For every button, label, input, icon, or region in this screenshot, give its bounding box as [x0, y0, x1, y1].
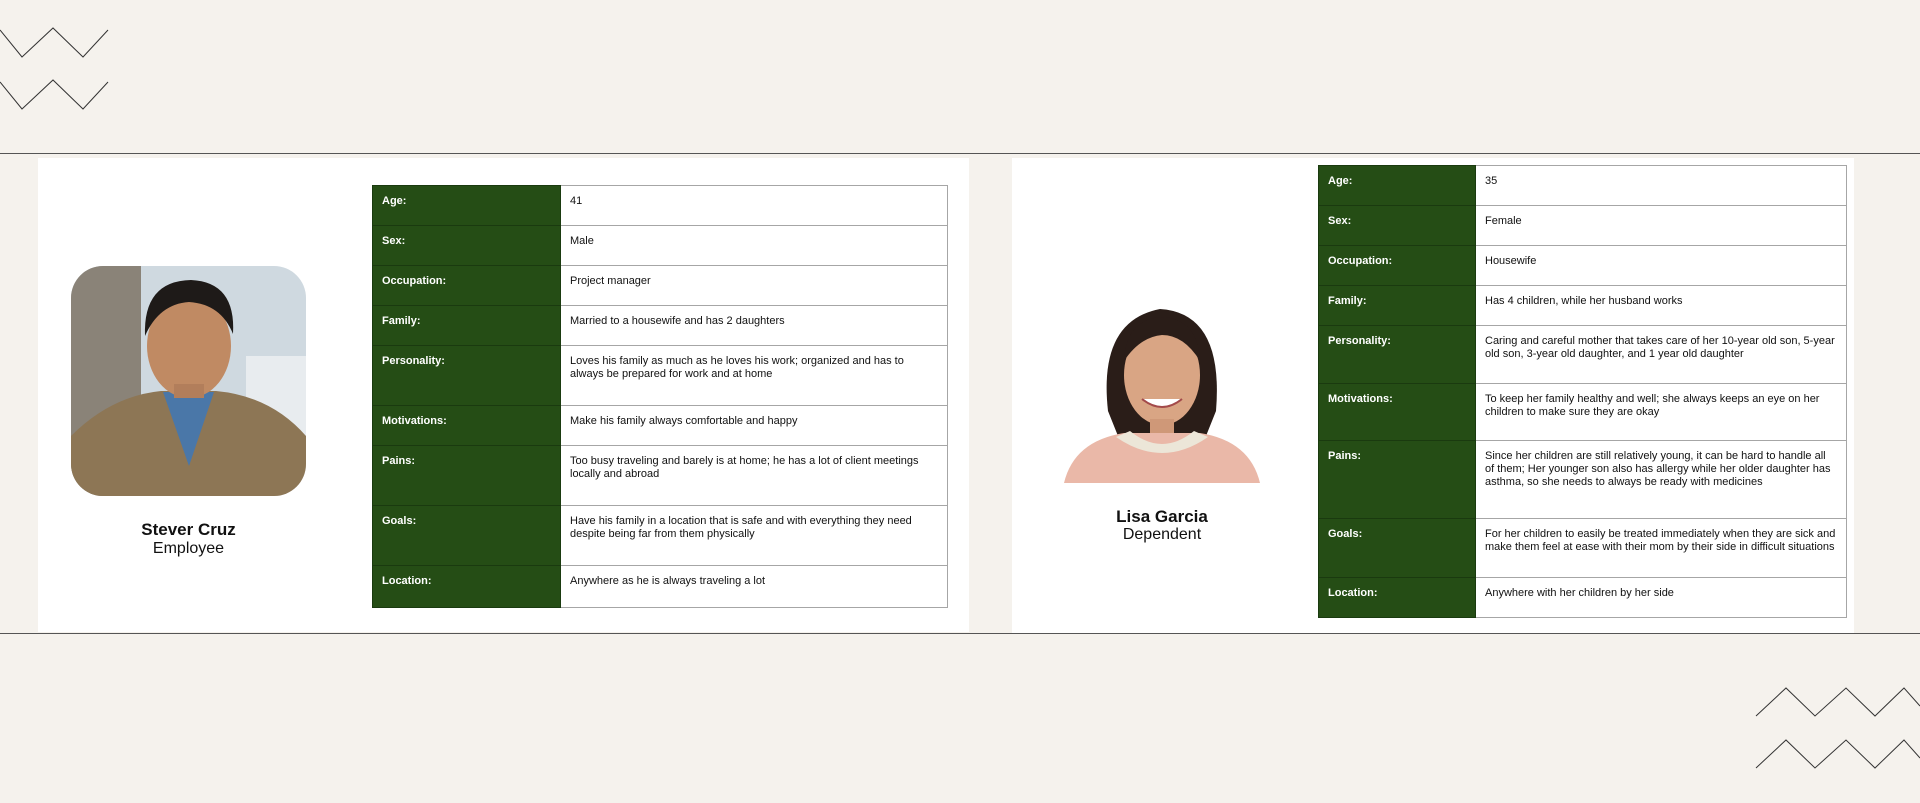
row-value: 35 [1475, 165, 1847, 206]
persona-card-2: Lisa Garcia Dependent Age: 35 Sex: Femal… [1012, 158, 1854, 633]
row-value: Project manager [560, 265, 948, 306]
table-row: Goals: For her children to easily be tre… [1318, 518, 1847, 578]
row-value: Housewife [1475, 245, 1847, 286]
table-row: Sex: Male [372, 225, 948, 266]
row-value: To keep her family healthy and well; she… [1475, 383, 1847, 441]
row-value: For her children to easily be treated im… [1475, 518, 1847, 578]
man-in-brown-blazer-photo [71, 266, 306, 496]
row-label: Age: [1318, 165, 1476, 206]
row-value: 41 [560, 185, 948, 226]
persona-details-table: Age: 41 Sex: Male Occupation: Project ma… [372, 185, 948, 608]
persona-role: Dependent [1122, 526, 1202, 543]
row-label: Occupation: [372, 265, 561, 306]
row-value: Male [560, 225, 948, 266]
row-value: Female [1475, 205, 1847, 246]
row-value: Caring and careful mother that takes car… [1475, 325, 1847, 384]
top-divider-line [0, 153, 1920, 154]
bottom-divider-line [0, 633, 1920, 634]
row-label: Location: [372, 565, 561, 608]
woman-in-pink-blouse-photo [1054, 291, 1270, 483]
table-row: Motivations: Make his family always comf… [372, 405, 948, 446]
row-label: Sex: [1318, 205, 1476, 246]
table-row: Motivations: To keep her family healthy … [1318, 383, 1847, 441]
table-row: Location: Anywhere with her children by … [1318, 577, 1847, 618]
row-value: Has 4 children, while her husband works [1475, 285, 1847, 326]
row-label: Motivations: [372, 405, 561, 446]
row-label: Family: [1318, 285, 1476, 326]
row-label: Age: [372, 185, 561, 226]
table-row: Family: Married to a housewife and has 2… [372, 305, 948, 346]
persona-name: Lisa Garcia [1116, 507, 1208, 526]
row-value: Loves his family as much as he loves his… [560, 345, 948, 406]
persona-name: Stever Cruz [141, 520, 236, 539]
row-value: Make his family always comfortable and h… [560, 405, 948, 446]
row-label: Personality: [1318, 325, 1476, 384]
row-label: Family: [372, 305, 561, 346]
row-label: Goals: [1318, 518, 1476, 578]
table-row: Pains: Since her children are still rela… [1318, 440, 1847, 519]
row-label: Motivations: [1318, 383, 1476, 441]
row-label: Pains: [1318, 440, 1476, 519]
row-value: Too busy traveling and barely is at home… [560, 445, 948, 506]
table-row: Personality: Caring and careful mother t… [1318, 325, 1847, 384]
table-row: Pains: Too busy traveling and barely is … [372, 445, 948, 506]
table-row: Occupation: Project manager [372, 265, 948, 306]
persona-details-table: Age: 35 Sex: Female Occupation: Housewif… [1318, 165, 1847, 618]
zigzag-decoration-bottom-right [1755, 687, 1920, 769]
row-label: Occupation: [1318, 245, 1476, 286]
row-label: Location: [1318, 577, 1476, 618]
table-row: Age: 41 [372, 185, 948, 226]
persona-role: Employee [152, 540, 225, 557]
row-label: Sex: [372, 225, 561, 266]
row-value: Anywhere with her children by her side [1475, 577, 1847, 618]
row-value: Anywhere as he is always traveling a lot [560, 565, 948, 608]
row-label: Personality: [372, 345, 561, 406]
table-row: Age: 35 [1318, 165, 1847, 206]
table-row: Family: Has 4 children, while her husban… [1318, 285, 1847, 326]
table-row: Sex: Female [1318, 205, 1847, 246]
table-row: Goals: Have his family in a location tha… [372, 505, 948, 566]
zigzag-decoration-top-left [0, 27, 109, 110]
row-value: Married to a housewife and has 2 daughte… [560, 305, 948, 346]
table-row: Personality: Loves his family as much as… [372, 345, 948, 406]
row-label: Pains: [372, 445, 561, 506]
table-row: Occupation: Housewife [1318, 245, 1847, 286]
row-value: Since her children are still relatively … [1475, 440, 1847, 519]
persona-card-1: Stever Cruz Employee Age: 41 Sex: Male O… [38, 158, 969, 632]
table-row: Location: Anywhere as he is always trave… [372, 565, 948, 608]
row-label: Goals: [372, 505, 561, 566]
row-value: Have his family in a location that is sa… [560, 505, 948, 566]
